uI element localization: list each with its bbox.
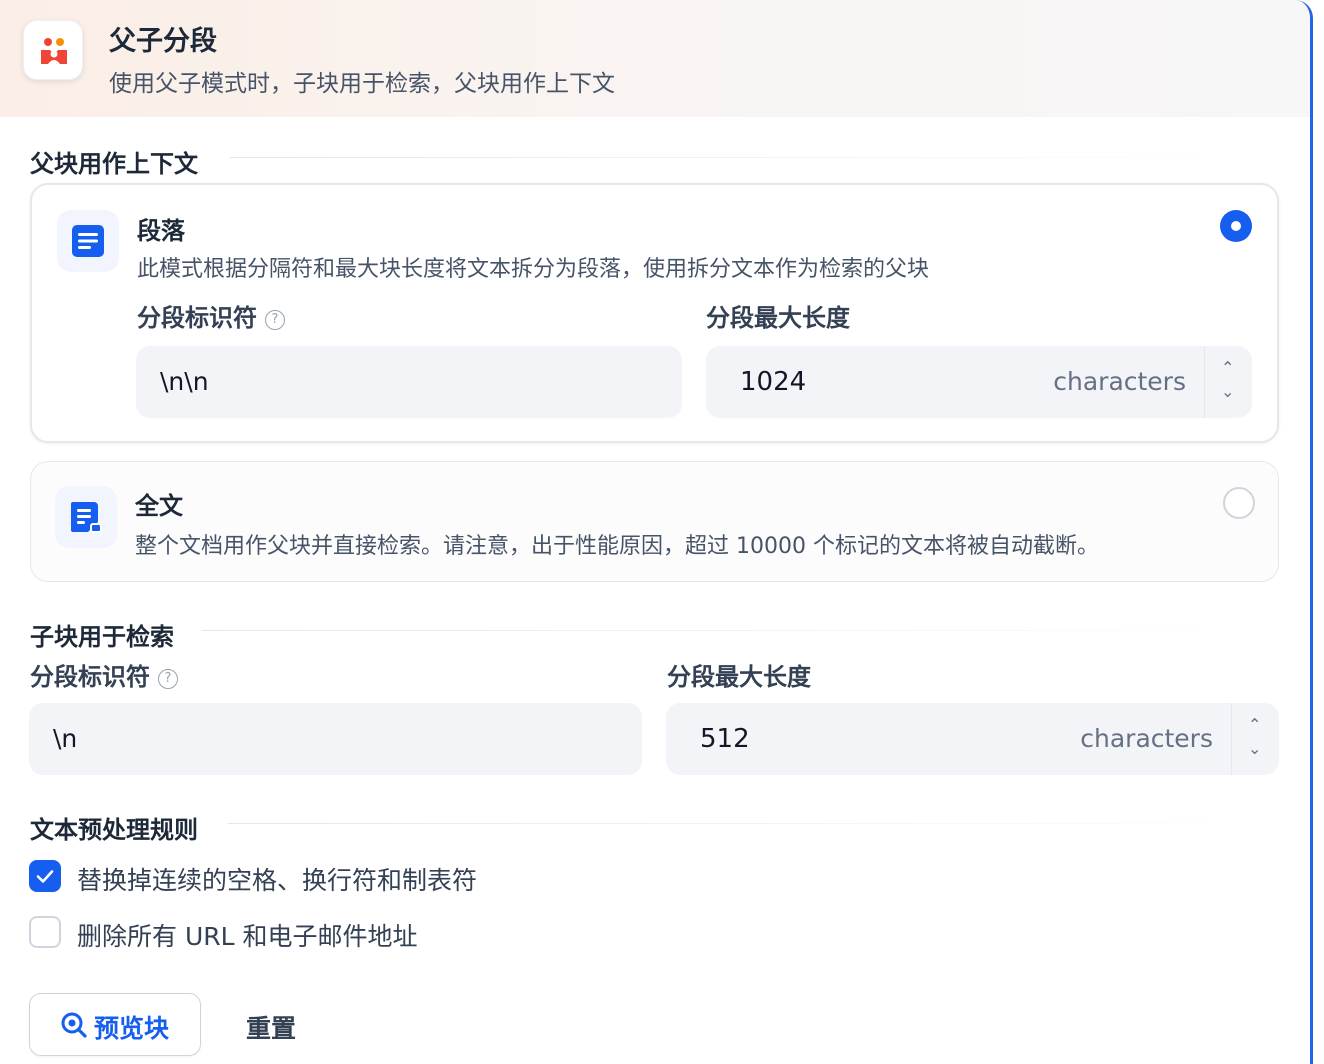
remove-urls-checkbox[interactable] bbox=[29, 916, 61, 948]
child-separator-input[interactable]: \n bbox=[29, 703, 642, 775]
preview-chunks-button[interactable]: 预览块 bbox=[29, 993, 201, 1056]
child-max-length-input[interactable]: 512 characters ⌃ ⌄ bbox=[666, 703, 1279, 775]
section-divider bbox=[202, 630, 1280, 631]
parent-section-title: 父块用作上下文 bbox=[30, 150, 198, 178]
check-icon bbox=[36, 870, 54, 883]
option-paragraph-radio[interactable] bbox=[1220, 210, 1252, 242]
section-divider bbox=[228, 823, 1280, 824]
help-icon[interactable]: ? bbox=[158, 669, 178, 689]
separator-label-text: 分段标识符 bbox=[30, 663, 150, 691]
chevron-up-icon[interactable]: ⌃ bbox=[1248, 715, 1261, 734]
chevron-down-icon[interactable]: ⌄ bbox=[1248, 739, 1261, 758]
remove-urls-label[interactable]: 删除所有 URL 和电子邮件地址 bbox=[77, 917, 418, 953]
max-length-label: 分段最大长度 bbox=[706, 304, 850, 332]
option-paragraph-card[interactable]: 段落 此模式根据分隔符和最大块长度将文本拆分为段落，使用拆分文本作为检索的父块 … bbox=[30, 183, 1279, 443]
replace-spaces-checkbox[interactable] bbox=[29, 860, 61, 892]
chunk-settings-panel: 父子分段 使用父子模式时，子块用于检索，父块用作上下文 父块用作上下文 段落 此… bbox=[0, 0, 1313, 1064]
parent-separator-input[interactable]: \n\n bbox=[136, 346, 682, 418]
option-title: 全文 bbox=[135, 492, 183, 520]
search-icon bbox=[61, 1012, 87, 1038]
parent-max-length-input[interactable]: 1024 characters ⌃ ⌄ bbox=[706, 346, 1252, 418]
document-icon bbox=[55, 486, 117, 548]
option-title: 段落 bbox=[137, 217, 185, 245]
length-stepper[interactable]: ⌃ ⌄ bbox=[1204, 346, 1252, 418]
option-description: 整个文档用作父块并直接检索。请注意，出于性能原因，超过 10000 个标记的文本… bbox=[135, 534, 1099, 559]
child-section-title: 子块用于检索 bbox=[30, 623, 174, 651]
max-length-unit: characters bbox=[1080, 724, 1213, 753]
preview-button-label: 预览块 bbox=[94, 1014, 170, 1043]
option-fulldoc-card[interactable]: 全文 整个文档用作父块并直接检索。请注意，出于性能原因，超过 10000 个标记… bbox=[30, 461, 1279, 582]
separator-label: 分段标识符? bbox=[137, 298, 285, 333]
option-fulldoc-radio[interactable] bbox=[1223, 487, 1255, 519]
max-length-unit: characters bbox=[1053, 367, 1186, 396]
parent-child-icon bbox=[23, 20, 83, 80]
page-description: 使用父子模式时，子块用于检索，父块用作上下文 bbox=[109, 71, 615, 97]
reset-button[interactable]: 重置 bbox=[246, 1009, 296, 1045]
paragraph-icon bbox=[57, 210, 119, 272]
help-icon[interactable]: ? bbox=[265, 310, 285, 330]
replace-spaces-label[interactable]: 替换掉连续的空格、换行符和制表符 bbox=[77, 861, 477, 897]
chevron-down-icon[interactable]: ⌄ bbox=[1221, 382, 1234, 401]
preprocess-section-title: 文本预处理规则 bbox=[30, 816, 198, 844]
panel-header: 父子分段 使用父子模式时，子块用于检索，父块用作上下文 bbox=[0, 0, 1310, 117]
max-length-value[interactable]: 1024 bbox=[740, 346, 806, 418]
child-max-length-label: 分段最大长度 bbox=[667, 663, 811, 691]
page-title: 父子分段 bbox=[109, 26, 217, 57]
separator-label-text: 分段标识符 bbox=[137, 304, 257, 332]
section-divider bbox=[230, 157, 1280, 158]
chevron-up-icon[interactable]: ⌃ bbox=[1221, 358, 1234, 377]
length-stepper[interactable]: ⌃ ⌄ bbox=[1231, 703, 1279, 775]
max-length-value[interactable]: 512 bbox=[700, 703, 750, 775]
option-description: 此模式根据分隔符和最大块长度将文本拆分为段落，使用拆分文本作为检索的父块 bbox=[137, 257, 930, 282]
child-separator-label: 分段标识符? bbox=[30, 657, 178, 692]
